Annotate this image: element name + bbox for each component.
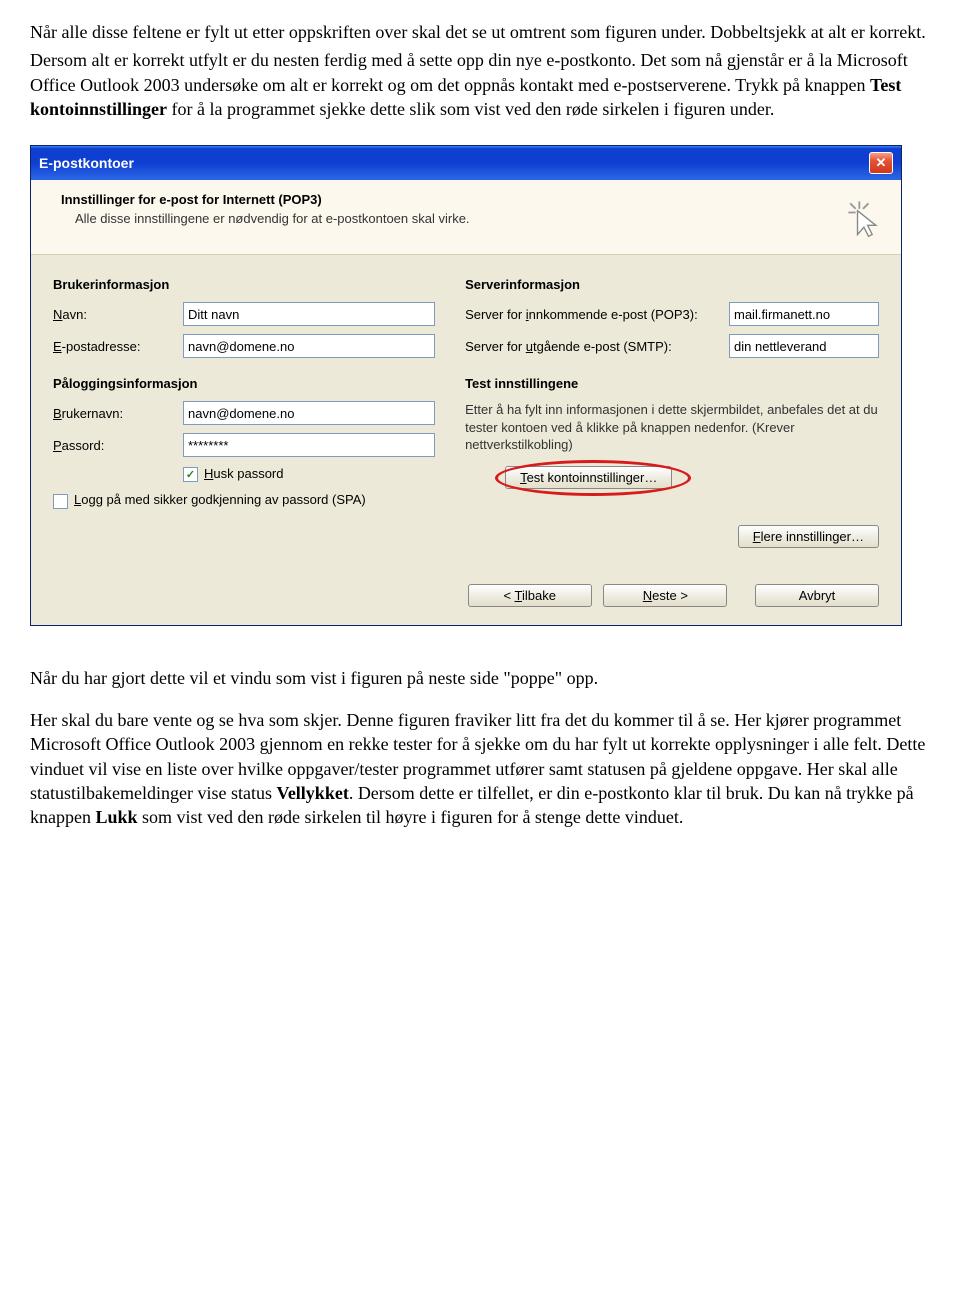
spa-checkbox[interactable] — [53, 494, 68, 509]
more-settings-button[interactable]: Flere innstillinger… — [738, 525, 879, 548]
dialog-body: Brukerinformasjon Navn: E-postadresse: P… — [31, 255, 901, 566]
password-label: Passord: — [53, 438, 183, 453]
name-label: Navn: — [53, 307, 183, 322]
server-info-heading: Serverinformasjon — [465, 277, 879, 292]
pop3-label: Server for innkommende e-post (POP3): — [465, 307, 729, 322]
remember-password-label: Husk passord — [204, 466, 283, 481]
p4-status-word: Vellykket — [276, 783, 348, 803]
header-title: Innstillinger for e-post for Internett (… — [47, 192, 470, 207]
header-subtitle: Alle disse innstillingene er nødvendig f… — [47, 211, 470, 226]
dialog-title: E-postkontoer — [39, 155, 134, 171]
smtp-input[interactable] — [729, 334, 879, 358]
username-input[interactable] — [183, 401, 435, 425]
email-label: E-postadresse: — [53, 339, 183, 354]
name-input[interactable] — [183, 302, 435, 326]
test-account-settings-button[interactable]: Test kontoinnstillinger… — [505, 466, 672, 489]
test-description: Etter å ha fylt inn informasjonen i dett… — [465, 401, 879, 454]
next-button[interactable]: Neste > — [603, 584, 727, 607]
close-icon: ✕ — [876, 155, 887, 171]
pop3-input[interactable] — [729, 302, 879, 326]
password-input[interactable] — [183, 433, 435, 457]
intro-paragraph-1: Når alle disse feltene er fylt ut etter … — [30, 20, 930, 44]
login-info-heading: Påloggingsinformasjon — [53, 376, 435, 391]
p4-close-word: Lukk — [95, 807, 137, 827]
cancel-button[interactable]: Avbryt — [755, 584, 879, 607]
email-accounts-dialog: E-postkontoer ✕ Innstillinger for e-post… — [30, 145, 902, 626]
spa-label: Logg på med sikker godkjenning av passor… — [74, 492, 366, 507]
dialog-header: Innstillinger for e-post for Internett (… — [31, 180, 901, 255]
intro-paragraph-2: Dersom alt er korrekt utfylt er du neste… — [30, 48, 930, 121]
p2-part-a: Dersom alt er korrekt utfylt er du neste… — [30, 50, 908, 94]
email-input[interactable] — [183, 334, 435, 358]
close-button[interactable]: ✕ — [869, 152, 893, 174]
remember-password-checkbox[interactable]: ✓ — [183, 467, 198, 482]
dialog-titlebar[interactable]: E-postkontoer ✕ — [31, 146, 901, 180]
back-button[interactable]: < Tilbake — [468, 584, 592, 607]
followup-paragraph-1: Når du har gjort dette vil et vindu som … — [30, 666, 930, 690]
p4-e: som vist ved den røde sirkelen til høyre… — [138, 807, 684, 827]
username-label: Brukernavn: — [53, 406, 183, 421]
p2-part-c: for å la programmet sjekke dette slik so… — [167, 99, 774, 119]
user-info-heading: Brukerinformasjon — [53, 277, 435, 292]
test-settings-heading: Test innstillingene — [465, 376, 879, 391]
followup-paragraph-2: Her skal du bare vente og se hva som skj… — [30, 708, 930, 829]
smtp-label: Server for utgående e-post (SMTP): — [465, 339, 729, 354]
cursor-click-icon — [841, 196, 885, 240]
dialog-nav-buttons: < Tilbake Neste > Avbryt — [31, 566, 901, 625]
